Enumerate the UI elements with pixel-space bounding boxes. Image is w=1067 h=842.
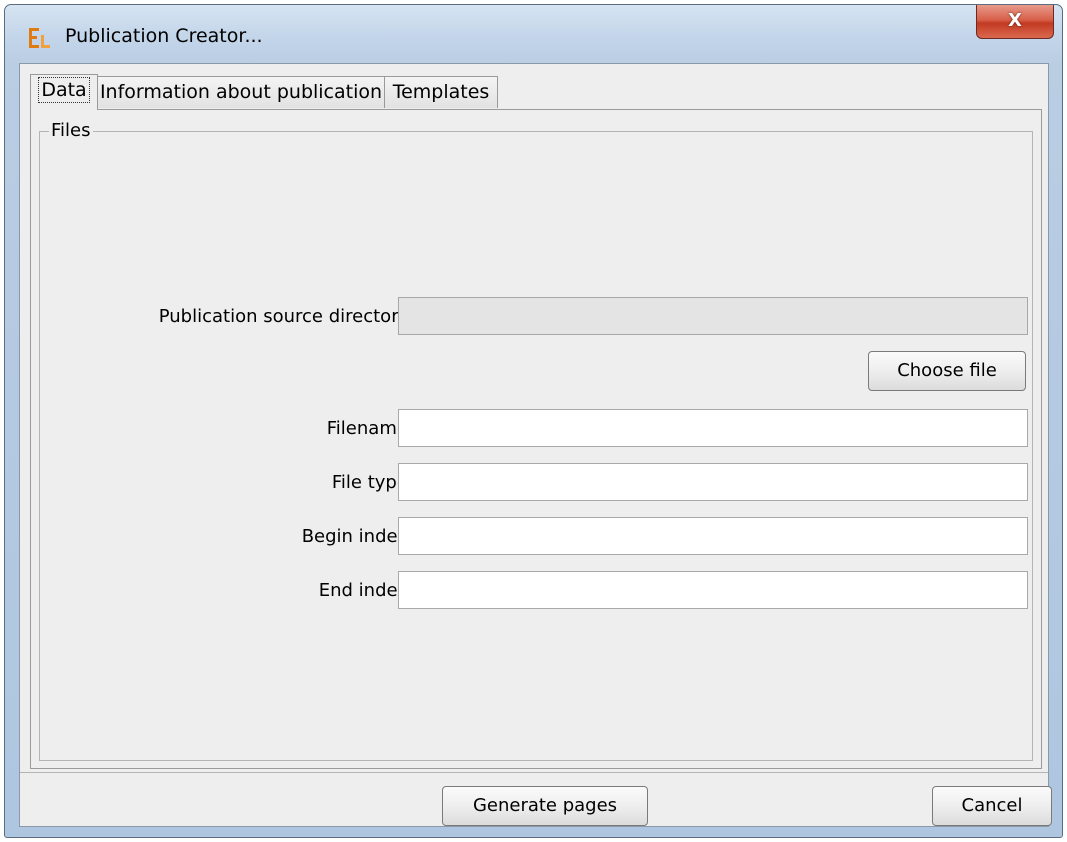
source-directory-label: Publication source directory: xyxy=(158,306,414,327)
dialog-window: Publication Creator... X Data Informatio… xyxy=(4,4,1063,838)
file-type-field[interactable] xyxy=(398,463,1028,501)
tab-data[interactable]: Data xyxy=(30,74,98,110)
title-bar[interactable]: Publication Creator... X xyxy=(5,5,1062,61)
data-tab-panel: Files Publication source directory: Choo… xyxy=(30,109,1042,769)
filename-field[interactable] xyxy=(398,409,1028,447)
app-logo-icon xyxy=(27,25,53,51)
tab-templates[interactable]: Templates xyxy=(384,76,498,108)
begin-index-field[interactable] xyxy=(398,517,1028,555)
end-index-field[interactable] xyxy=(398,571,1028,609)
tab-information-about-publication[interactable]: Information about publication xyxy=(97,76,385,108)
cancel-button[interactable]: Cancel xyxy=(932,786,1052,826)
source-directory-field xyxy=(398,297,1028,335)
choose-file-button[interactable]: Choose file xyxy=(868,351,1026,391)
files-group-title: Files xyxy=(49,120,93,141)
footer-divider xyxy=(20,772,1048,773)
close-button[interactable]: X xyxy=(976,5,1054,39)
dialog-content: Data Information about publication Templ… xyxy=(19,63,1052,827)
generate-pages-button[interactable]: Generate pages xyxy=(442,786,648,826)
tab-data-label: Data xyxy=(38,77,90,103)
window-title: Publication Creator... xyxy=(65,25,263,47)
